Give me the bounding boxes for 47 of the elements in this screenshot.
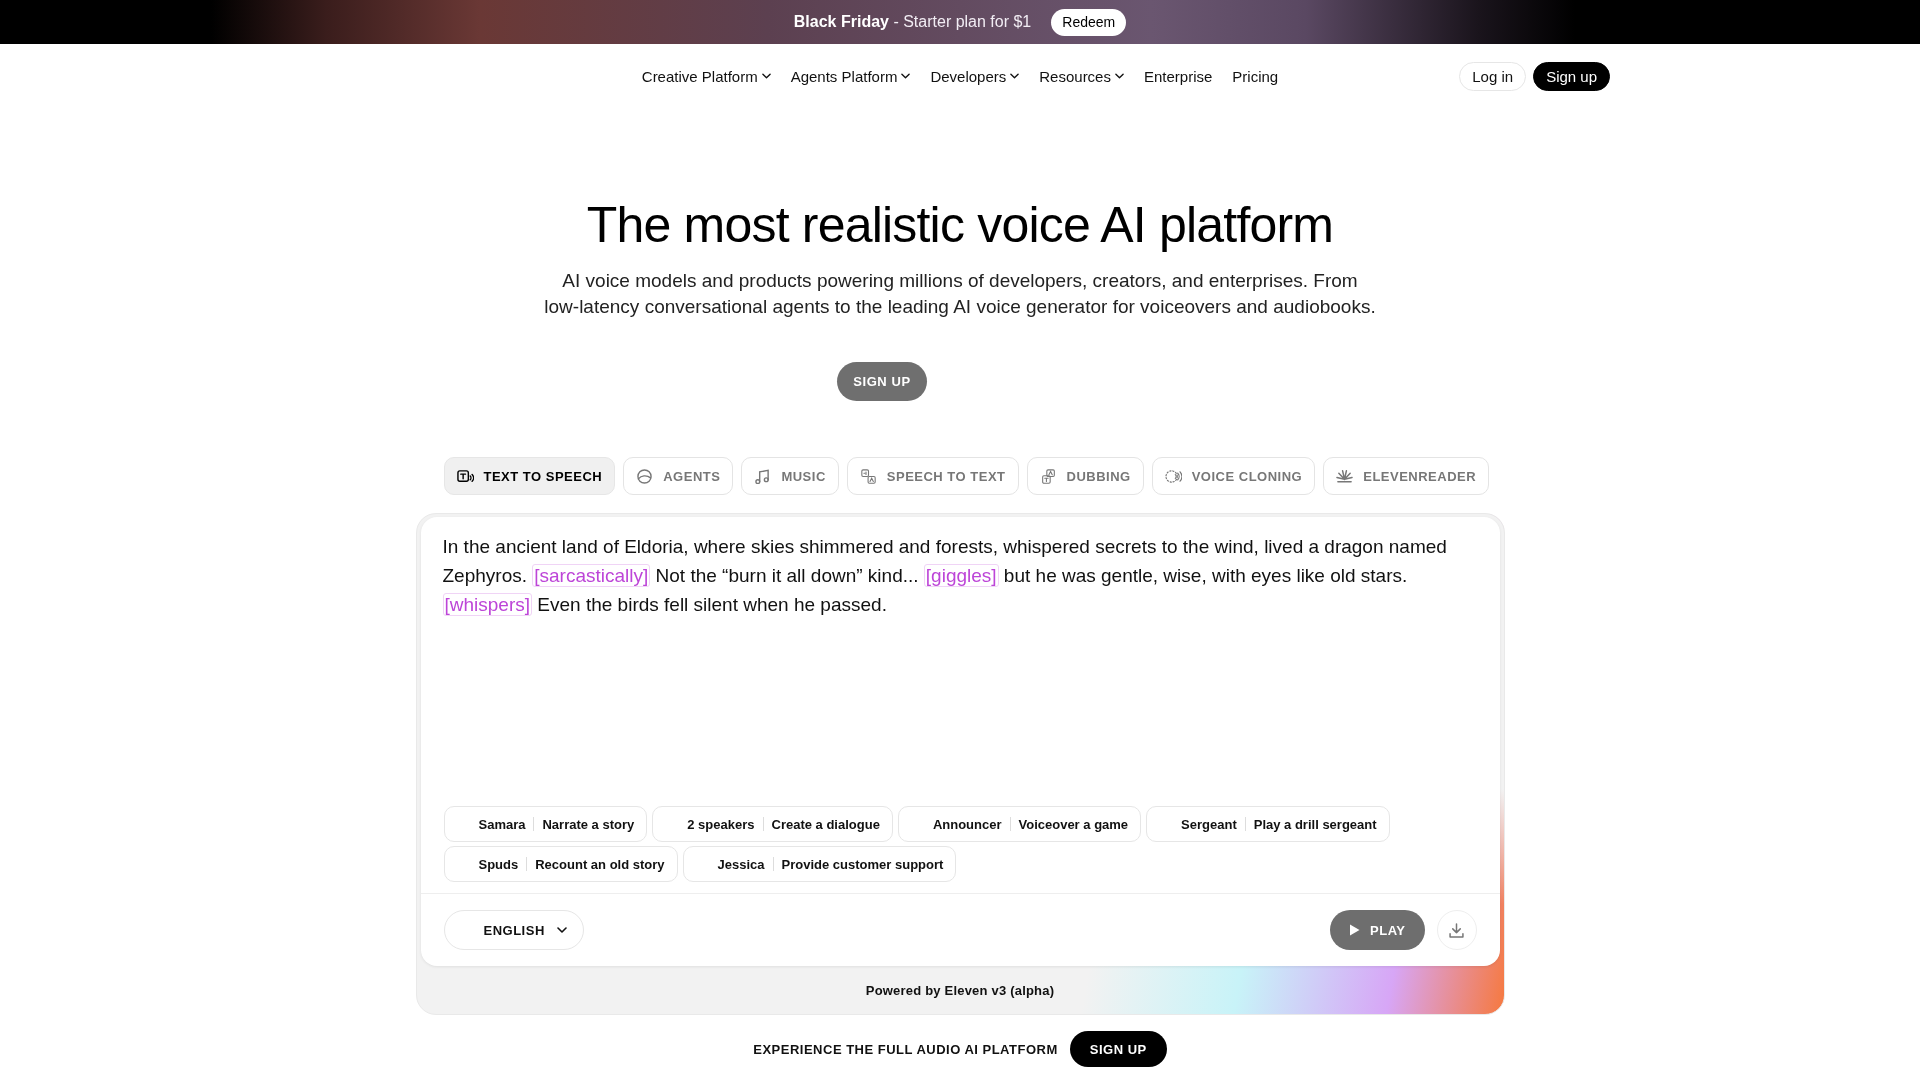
chevron-down-icon — [901, 73, 911, 79]
voice-chip[interactable]: Samara Narrate a story — [443, 806, 648, 842]
cta-text: EXPERIENCE THE FULL AUDIO AI PLATFORM — [753, 1041, 1058, 1057]
voice-chip[interactable]: Sergeant Play a drill sergeant — [1146, 806, 1390, 842]
sign-up-button[interactable]: Sign up — [1533, 61, 1610, 91]
tab[interactable]: AGENTS — [623, 457, 734, 495]
chevron-down-icon — [1114, 73, 1124, 79]
nav-link[interactable]: Creative Platform — [641, 67, 771, 85]
voice-chip[interactable]: Jessica Provide customer support — [682, 846, 957, 882]
text-waves-icon — [456, 468, 474, 484]
orb-icon — [636, 468, 654, 484]
headline: The most realistic voice AI platform — [585, 196, 1335, 254]
sunburst-icon — [1336, 468, 1354, 484]
download-icon — [1449, 922, 1464, 938]
log-in-button[interactable]: Log in — [1459, 61, 1527, 91]
sign-up-button[interactable]: SIGN UP — [1069, 1031, 1167, 1067]
dotted-circle-waves-icon — [1164, 468, 1182, 484]
nav-link[interactable]: Pricing — [1232, 67, 1279, 85]
tab[interactable]: ELEVENREADER — [1323, 457, 1490, 495]
music-note-icon — [754, 468, 772, 484]
voice-chip[interactable]: 2 speakers Create a dialogue — [652, 806, 893, 842]
voice-chip[interactable]: Spuds Recount an old story — [443, 846, 678, 882]
voice-chip[interactable]: Announcer Voiceover a game — [897, 806, 1142, 842]
tab[interactable]: MUSIC — [741, 457, 839, 495]
chevron-down-icon — [556, 927, 567, 933]
overlapping-boxes-icon — [1039, 468, 1057, 484]
nav-link[interactable]: Agents Platform — [790, 67, 911, 85]
nav-link[interactable]: Resources — [1039, 67, 1124, 85]
tab[interactable]: DUBBING — [1026, 457, 1144, 495]
play-icon — [1349, 924, 1360, 936]
tab[interactable]: VOICE CLONING — [1151, 457, 1316, 495]
speech-boxes-icon — [859, 468, 877, 484]
nav-link[interactable]: Developers — [930, 67, 1020, 85]
redeem-button[interactable]: Redeem — [1051, 8, 1127, 36]
chevron-down-icon — [761, 73, 771, 79]
sign-up-button[interactable]: SIGN UP — [837, 362, 927, 401]
language-dropdown[interactable]: ENGLISH — [443, 910, 584, 950]
tab[interactable]: TEXT TO SPEECH — [443, 457, 616, 495]
download-button[interactable] — [1436, 910, 1477, 950]
play-button[interactable]: PLAY — [1330, 910, 1425, 950]
tab[interactable]: SPEECH TO TEXT — [846, 457, 1019, 495]
chevron-down-icon — [1010, 73, 1020, 79]
story-text-field[interactable]: In the ancient land of Eldoria, where skies shimmered and forests, whispered secrets to the wind, lived a dragon named Zephyros. [sarcastically] Not the “burn it all down” kind... [giggles] but he was gentle, wise, with eyes like old stars. [whispers] Even the birds fell silent when he passed. — [442, 533, 1478, 620]
promo-text: Black Friday - Starter plan for $1 — [793, 13, 1032, 31]
nav-link[interactable]: Enterprise — [1143, 67, 1213, 85]
powered-by-text: Powered by Eleven v3 (alpha) — [865, 982, 1055, 998]
subtitle: AI voice models and products powering millions of developers, creators, and enterprises. From low-latency conversational agents to the leading AI voice generator for voiceovers and audiobooks. — [543, 269, 1377, 319]
